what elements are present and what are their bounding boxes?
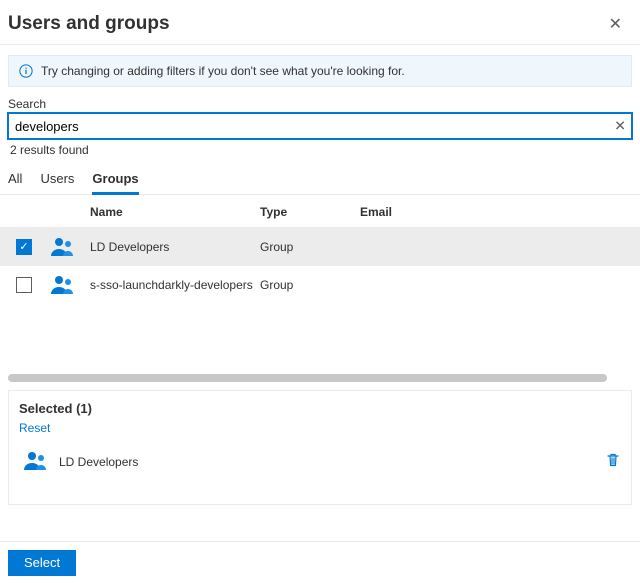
cell-name: LD Developers [90,240,260,254]
group-icon [50,235,90,260]
clear-icon[interactable]: ✕ [614,118,626,135]
col-name: Name [90,205,260,219]
info-banner: Try changing or adding filters if you do… [8,55,632,87]
results-count: 2 results found [10,143,630,157]
selected-item: LD Developers [19,449,621,474]
table-header: Name Type Email [0,195,640,228]
info-message: Try changing or adding filters if you do… [41,64,405,78]
select-button[interactable]: Select [8,550,76,576]
col-email: Email [360,205,632,219]
checkbox[interactable]: ✓ [16,239,32,255]
selected-title: Selected (1) [19,401,621,416]
cell-name: s-sso-launchdarkly-developers [90,278,260,292]
reset-link[interactable]: Reset [19,421,50,435]
info-icon [19,64,33,78]
tab-all[interactable]: All [8,165,22,195]
selected-item-name: LD Developers [59,455,138,469]
scrollbar[interactable] [8,374,632,382]
tab-users[interactable]: Users [40,165,74,195]
table-row[interactable]: ✓ LD Developers Group [0,228,640,266]
cell-type: Group [260,240,360,254]
close-icon[interactable]: ✕ [605,10,626,38]
trash-icon[interactable] [605,452,621,471]
cell-type: Group [260,278,360,292]
search-input[interactable] [8,113,632,139]
col-type: Type [260,205,360,219]
group-icon [50,273,90,298]
scrollbar-thumb[interactable] [8,374,607,382]
search-label: Search [8,97,632,111]
page-title: Users and groups [8,13,170,35]
group-icon [23,449,49,474]
tab-groups[interactable]: Groups [92,165,138,195]
divider [0,44,640,45]
table-row[interactable]: s-sso-launchdarkly-developers Group [0,266,640,304]
checkbox[interactable] [16,277,32,293]
